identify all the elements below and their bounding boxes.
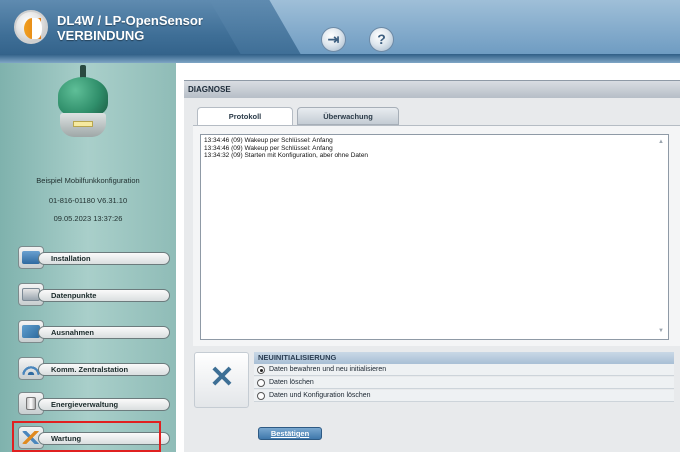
sidebar-item-label: Komm. Zentralstation (38, 363, 170, 376)
app-title-line1: DL4W / LP-OpenSensor (57, 13, 203, 28)
app-header: DL4W / LP-OpenSensor VERBINDUNG ⇥ ? (0, 0, 680, 63)
log-line: 13:34:46 (09) Wakeup per Schlüssel: Anfa… (204, 137, 333, 144)
radio-selected-icon[interactable] (257, 366, 265, 374)
reinit-title: NEUINITIALISIERUNG (254, 352, 674, 364)
section-title: DIAGNOSE (188, 85, 231, 94)
log-line: 13:34:46 (09) Wakeup per Schlüssel: Anfa… (204, 144, 333, 152)
device-image (50, 65, 120, 155)
selected-item-highlight (12, 421, 161, 452)
radio-icon[interactable] (257, 392, 265, 400)
radio-icon[interactable] (257, 379, 265, 387)
radio-option-delete-all[interactable]: Daten und Konfiguration löschen (254, 390, 674, 402)
config-name: Beispiel Mobilfunkkonfiguration (36, 176, 140, 185)
sidebar-item-label: Energieverwaltung (38, 398, 170, 411)
radio-option-keep-data[interactable]: Daten bewahren und neu initialisieren (254, 364, 674, 376)
tab-ueberwachung[interactable]: Überwachung (297, 107, 399, 125)
tab-protokoll[interactable]: Protokoll (197, 107, 293, 125)
app-title: DL4W / LP-OpenSensor VERBINDUNG (57, 13, 203, 43)
app-title-line2: VERBINDUNG (57, 28, 145, 43)
sidebar-item-energieverwaltung[interactable]: Energieverwaltung (18, 392, 170, 415)
device-datetime: 09.05.2023 13:37:26 (53, 214, 123, 223)
sidebar-item-label: Ausnahmen (38, 326, 170, 339)
sidebar-item-label: Datenpunkte (38, 289, 170, 302)
sidebar-item-datenpunkte[interactable]: Datenpunkte (18, 283, 170, 306)
header-divider (0, 54, 680, 63)
log-output[interactable]: 13:34:46 (09) Wakeup per Schlüssel: Anfa… (200, 134, 669, 340)
scroll-down-icon[interactable]: ▼ (658, 328, 664, 336)
radio-option-delete-data[interactable]: Daten löschen (254, 377, 674, 389)
scroll-up-icon[interactable]: ▲ (658, 139, 664, 147)
radio-label: Daten bewahren und neu initialisieren (269, 366, 387, 373)
radio-label: Daten löschen (269, 379, 314, 386)
log-line: 13:34:32 (09) Starten mit Konfiguration,… (204, 152, 369, 159)
exit-door-icon[interactable]: ⇥ (321, 27, 346, 52)
help-question-icon[interactable]: ? (369, 27, 394, 52)
device-id: 01-816-01180 V6.31.10 (48, 196, 128, 205)
sidebar-item-ausnahmen[interactable]: Ausnahmen (18, 320, 170, 343)
sidebar-item-label: Installation (38, 252, 170, 265)
sidebar-item-installation[interactable]: Installation (18, 246, 170, 269)
sidebar-item-komm-zentralstation[interactable]: Komm. Zentralstation (18, 357, 170, 380)
cross-icon: ✕ (209, 361, 235, 394)
app-logo-icon (14, 10, 48, 44)
section-header: DIAGNOSE (184, 80, 680, 98)
radio-label: Daten und Konfiguration löschen (269, 392, 371, 399)
confirm-button[interactable]: Bestätigen (258, 427, 322, 440)
reinit-icon-panel: ✕ (194, 352, 249, 408)
